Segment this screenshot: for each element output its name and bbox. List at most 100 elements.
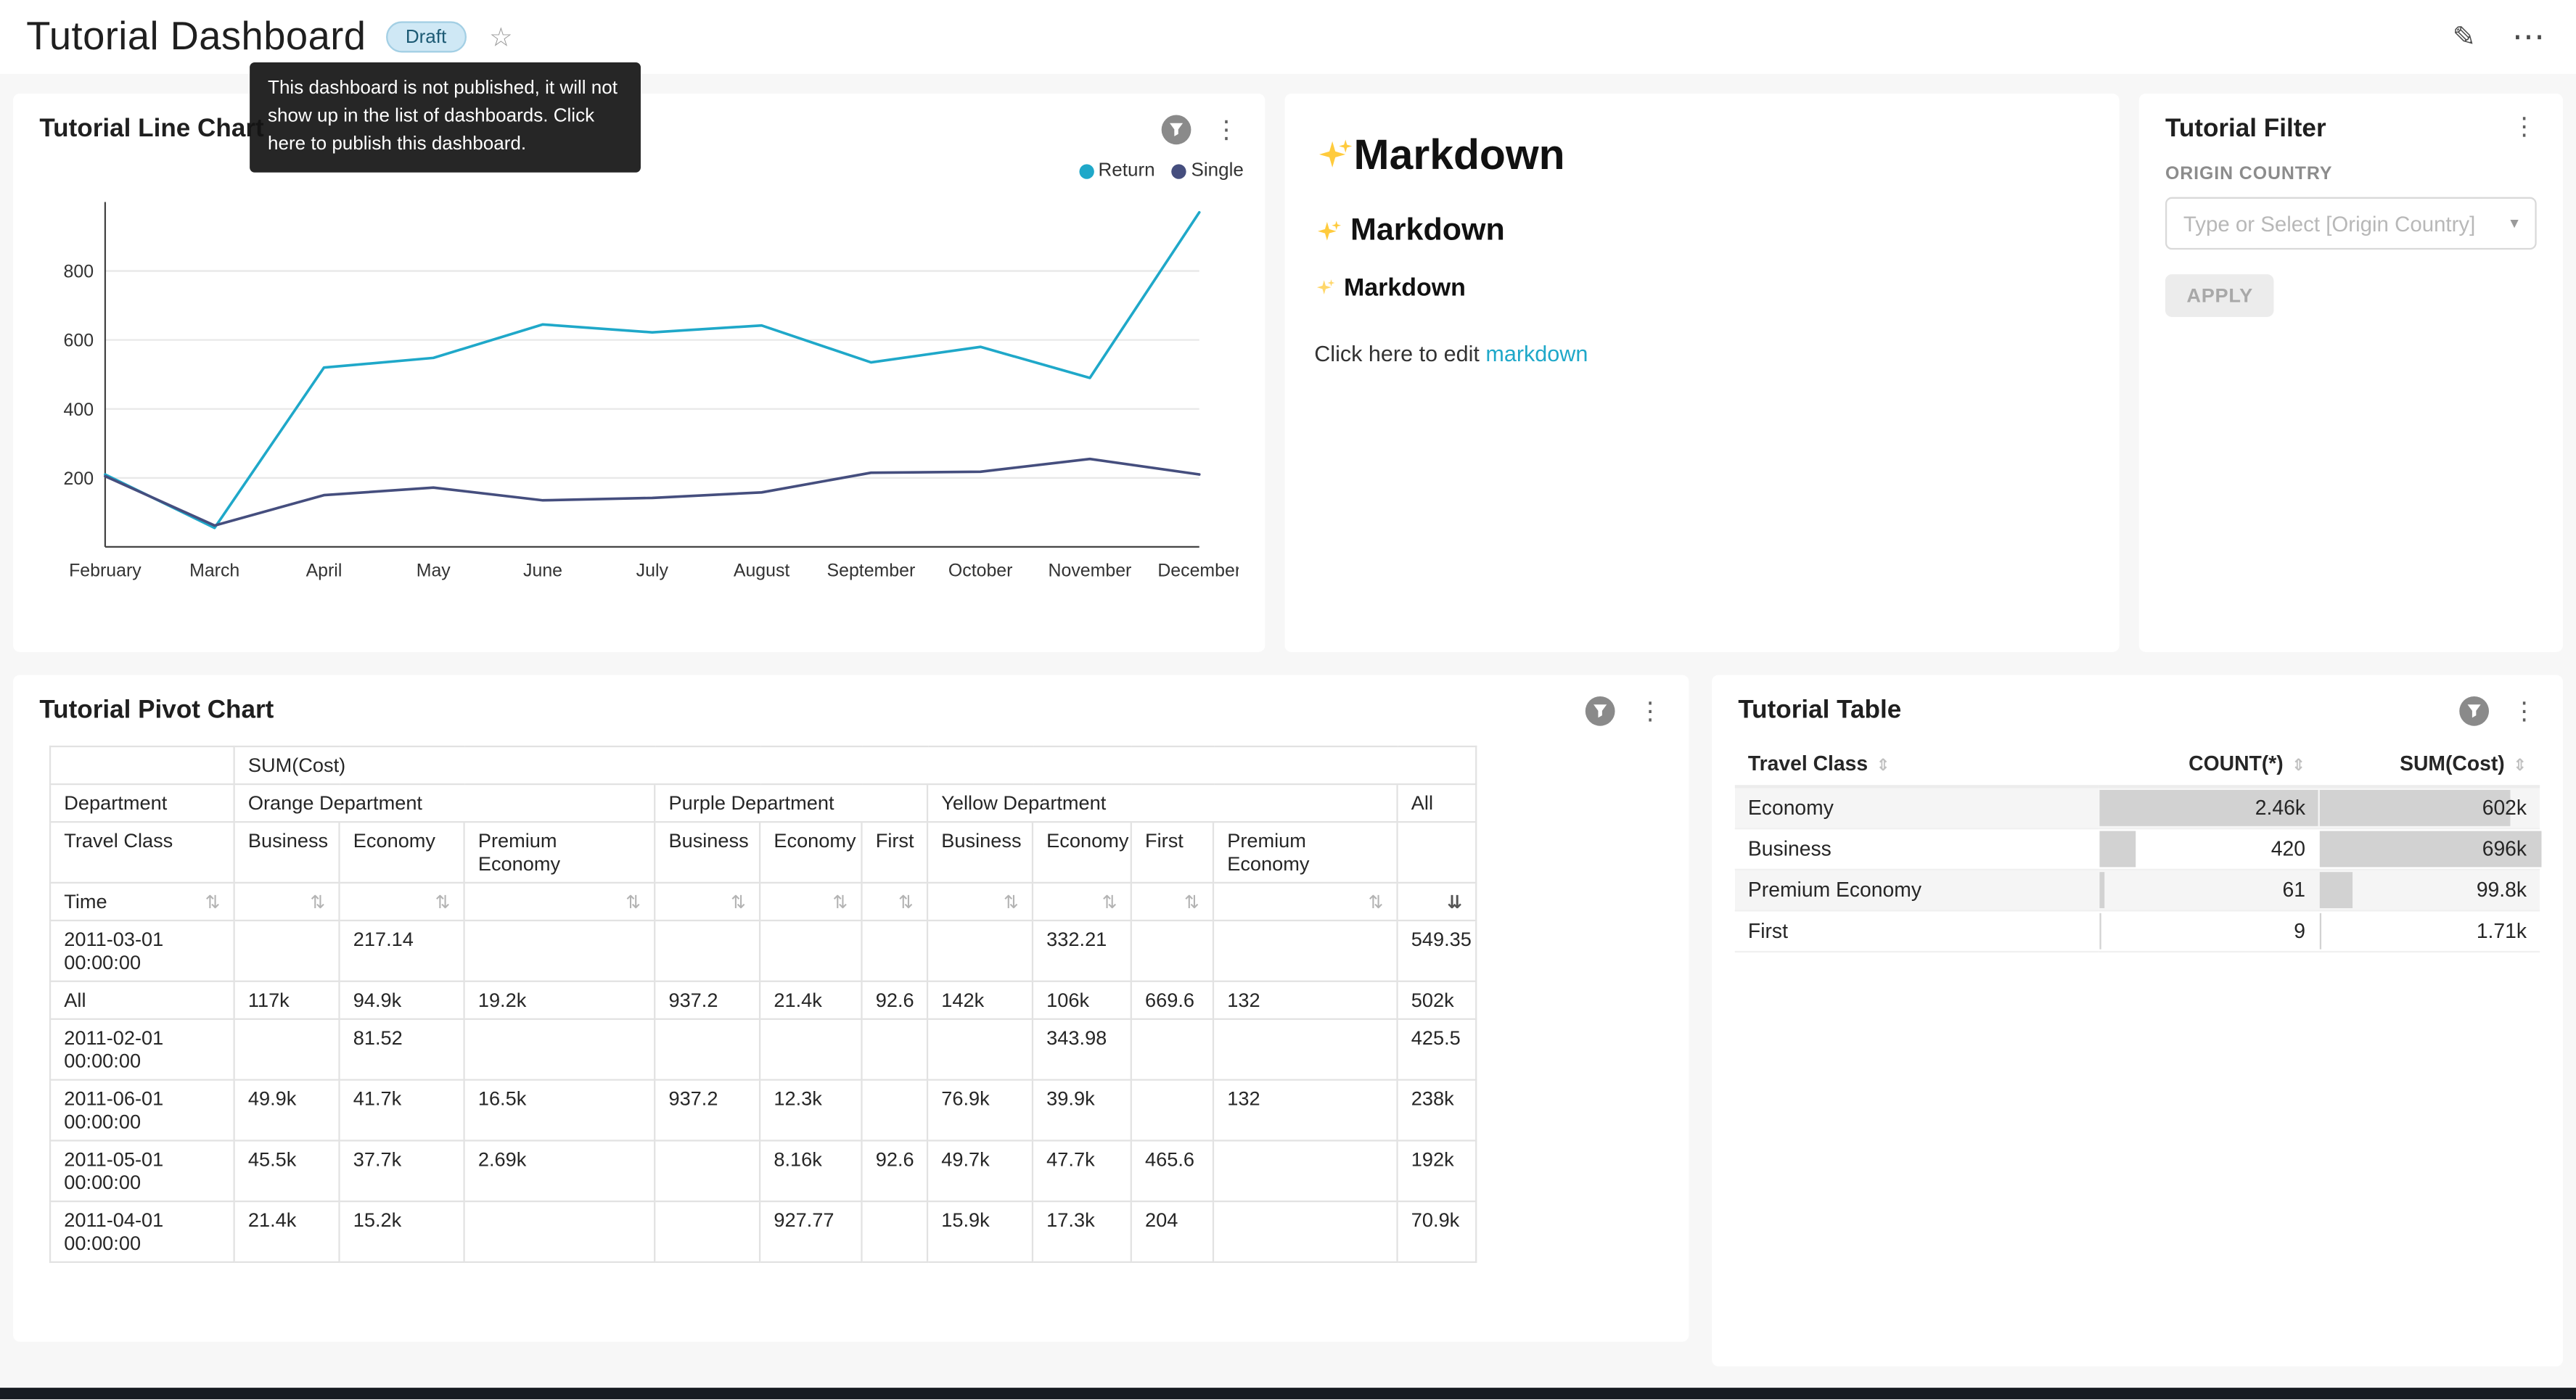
col-header-sum-cost[interactable]: SUM(Cost)⇕ [2318,742,2540,786]
pivot-cell [655,921,760,981]
pivot-cell: 37.7k [340,1140,464,1201]
sort-icon[interactable]: ⇅ [1184,894,1199,913]
apply-button[interactable]: APPLY [2165,274,2274,317]
page-title: Tutorial Dashboard [26,14,366,59]
count-bar [2099,913,2100,950]
pivot-row: 2011-04-01 00:00:0021.4k15.2k927.7715.9k… [50,1201,1476,1262]
filter-indicator-icon[interactable] [1586,696,1615,726]
chevron-down-icon: ▾ [2510,214,2518,232]
pivot-cell: 21.4k [760,981,861,1019]
sort-icon[interactable]: ⇅ [1368,894,1383,913]
pivot-cell [861,1201,927,1262]
pivot-cell: 238k [1398,1080,1477,1141]
legend-item-return[interactable]: Return [1078,161,1154,181]
pivot-row-header: 2011-02-01 00:00:00 [50,1019,234,1080]
legend-label: Single [1191,161,1243,181]
pivot-row: 2011-03-01 00:00:00217.14332.21549.35 [50,921,1476,981]
legend-dot [1171,163,1186,178]
svg-text:200: 200 [64,469,94,489]
sort-icon[interactable]: ⇅ [832,894,848,913]
sort-icon[interactable]: ⇅ [625,894,641,913]
chart-kebab-menu-icon[interactable]: ⋮ [1211,118,1242,142]
table-card-title: Tutorial Table [1738,696,1901,726]
pivot-cell: 192k [1398,1140,1477,1201]
sum-bar [2320,872,2352,908]
pivot-cell [234,921,340,981]
pivot-class-row: Travel Class Business Economy Premium Econo… [50,822,1476,883]
sort-icon[interactable]: ⇅ [898,894,914,913]
sort-icon[interactable]: ⇅ [1102,894,1117,913]
pivot-travel-class-label: Travel Class [50,822,234,883]
legend-label: Return [1099,161,1155,181]
pivot-cell [655,1140,760,1201]
pivot-cell: 204 [1131,1201,1213,1262]
pivot-cell [927,921,1033,981]
sort-icon[interactable]: ⇅ [310,894,325,913]
pivot-cell [861,1019,927,1080]
pivot-cell [464,1019,655,1080]
count-bar [2099,872,2104,908]
svg-text:December: December [1157,561,1239,581]
filter-card-title: Tutorial Filter [2165,115,2326,144]
table-row: First91.71k [1735,910,2540,952]
sort-icon[interactable]: ⇅ [1004,894,1019,913]
table-card: Tutorial Table ⋮ Travel Class⇕COUNT(*)⇕S… [1712,675,2563,1367]
pivot-cell: 937.2 [655,1080,760,1141]
dashboard-page: Tutorial Dashboard Draft ☆ ✎ ⋯ This dash… [0,0,2576,1399]
legend-item-single[interactable]: Single [1171,161,1244,181]
draft-tooltip: This dashboard is not published, it will… [250,62,641,173]
pivot-cell: 2.69k [464,1140,655,1201]
pivot-group-header: Purple Department [655,784,927,822]
pivot-empty-header [1398,822,1477,883]
pivot-cell: 16.5k [464,1080,655,1141]
svg-text:April: April [306,561,342,581]
sort-icon[interactable]: ⇅ [205,891,221,912]
draft-badge[interactable]: Draft [386,21,467,52]
pivot-corner-cell [50,746,234,784]
pivot-cell [655,1019,760,1080]
pivot-column-header: Business [927,822,1033,883]
pivot-cell [1213,1140,1398,1201]
sort-desc-icon[interactable]: ⇊ [1447,894,1462,913]
sparkles-icon [1314,278,1335,299]
pivot-group-header: Orange Department [234,784,655,822]
pivot-column-header: Premium Economy [1213,822,1398,883]
pivot-column-header: Economy [760,822,861,883]
pivot-cell: 92.6 [861,981,927,1019]
sum-bar [2320,913,2321,950]
sum-cell: 99.8k [2318,870,2540,911]
filter-indicator-icon[interactable] [1162,115,1191,144]
pivot-cell: 332.21 [1033,921,1131,981]
svg-text:November: November [1049,561,1132,581]
col-header-travel-class[interactable]: Travel Class⇕ [1735,742,2097,786]
sort-icon[interactable]: ⇅ [731,894,746,913]
pivot-kebab-menu-icon[interactable]: ⋮ [1635,699,1666,723]
favorite-star-icon[interactable]: ☆ [489,20,512,53]
filter-kebab-menu-icon[interactable]: ⋮ [2509,115,2540,139]
pivot-cell: 937.2 [655,981,760,1019]
markdown-heading-1: Markdown [1314,130,2090,181]
origin-country-select[interactable]: Type or Select [Origin Country] ▾ [2165,197,2537,250]
travel-class-cell: Premium Economy [1735,870,2097,911]
pivot-cell: 425.5 [1398,1019,1477,1080]
pivot-cell: 94.9k [340,981,464,1019]
markdown-edit-link[interactable]: markdown [1485,342,1588,366]
svg-text:July: July [636,561,669,581]
table-kebab-menu-icon[interactable]: ⋮ [2509,699,2540,723]
pivot-cell: 669.6 [1131,981,1213,1019]
pivot-cell: 106k [1033,981,1131,1019]
pivot-row-header: All [50,981,234,1019]
pivot-card-title: Tutorial Pivot Chart [39,696,274,726]
col-header-count[interactable]: COUNT(*)⇕ [2097,742,2318,786]
svg-text:600: 600 [64,331,94,351]
pivot-cell: 19.2k [464,981,655,1019]
edit-pencil-icon[interactable]: ✎ [2453,20,2476,53]
count-cell: 9 [2097,910,2318,952]
table-row: Economy2.46k602k [1735,786,2540,828]
filter-indicator-icon[interactable] [2459,696,2489,726]
pivot-cell [861,921,927,981]
more-options-icon[interactable]: ⋯ [2512,17,2547,58]
sort-icon[interactable]: ⇅ [435,894,450,913]
svg-text:May: May [417,561,451,581]
pivot-row-header: 2011-05-01 00:00:00 [50,1140,234,1201]
